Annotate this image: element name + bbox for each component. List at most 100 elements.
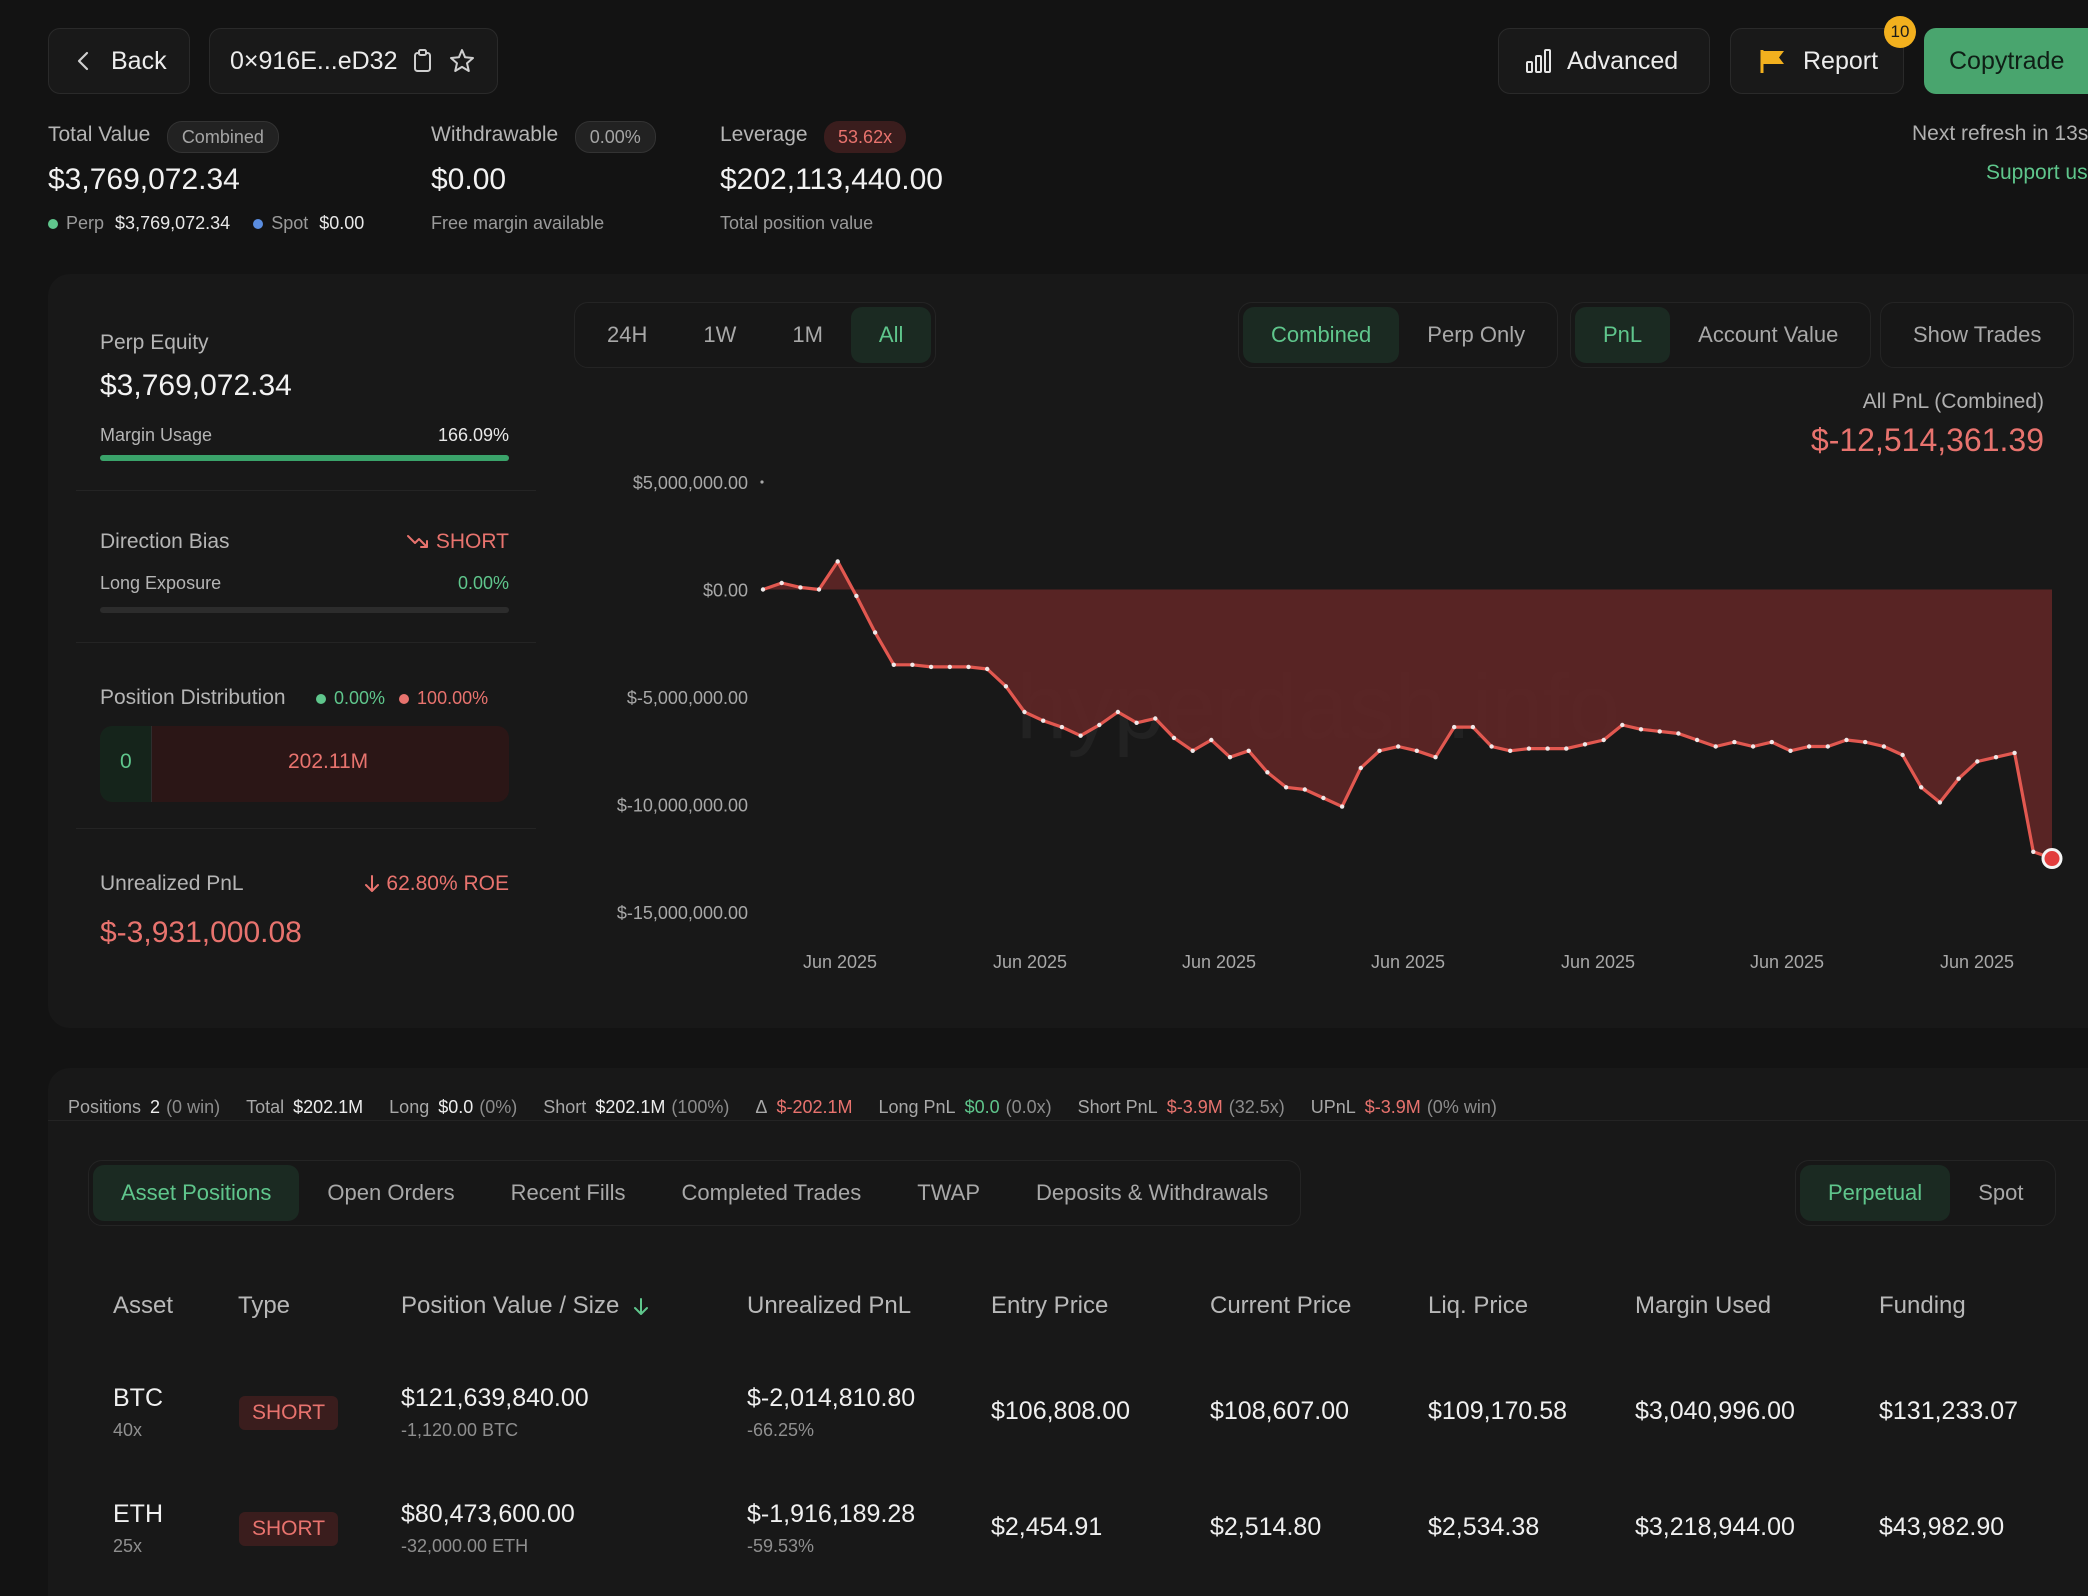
spot-value: $0.00 <box>319 213 365 233</box>
advanced-button[interactable]: Advanced <box>1498 28 1710 94</box>
margin-used: $3,040,996.00 <box>1635 1397 1795 1425</box>
position-size: -1,120.00 BTC <box>401 1420 519 1440</box>
position-size: -32,000.00 ETH <box>401 1536 529 1556</box>
copytrade-button[interactable]: Copytrade <box>1924 28 2088 94</box>
tab-perpetual[interactable]: Perpetual <box>1800 1165 1951 1221</box>
col-unrealized-pnl[interactable]: Unrealized PnL <box>747 1292 911 1320</box>
trend-down-icon <box>406 535 428 549</box>
tab-deposits-withdrawals[interactable]: Deposits & Withdrawals <box>1008 1165 1296 1221</box>
metric-pnl[interactable]: PnL <box>1575 307 1671 363</box>
chart-panel <box>48 274 2088 1028</box>
col-position-value[interactable]: Position Value / Size <box>401 1292 649 1320</box>
bar-chart-icon <box>1526 49 1551 73</box>
asset-leverage: 40x <box>113 1420 143 1440</box>
asset-leverage: 25x <box>113 1536 143 1556</box>
position-value: $121,639,840.00 <box>401 1384 589 1412</box>
metric-selector: PnL Account Value <box>1570 302 1872 368</box>
type-badge: SHORT <box>239 1512 339 1546</box>
show-trades-toggle[interactable]: Show Trades <box>1880 302 2075 368</box>
unrealized-pnl-value: $-3,931,000.08 <box>100 916 302 949</box>
combined-pill: Combined <box>166 121 279 153</box>
col-asset[interactable]: Asset <box>113 1292 173 1320</box>
long-exposure-value: 0.00% <box>457 573 509 593</box>
range-1m[interactable]: 1M <box>764 307 851 363</box>
col-funding[interactable]: Funding <box>1879 1292 1966 1320</box>
leverage-sub: Total position value <box>720 213 874 233</box>
leverage-value: $202,113,440.00 <box>720 163 943 196</box>
sort-down-icon <box>634 1297 649 1315</box>
entry-price: $106,808.00 <box>991 1397 1131 1425</box>
arrow-down-icon <box>365 875 380 893</box>
unrealized-pnl-pct: -59.53% <box>747 1536 815 1556</box>
distribution-bar: 0 202.11M <box>100 726 509 802</box>
withdrawable-value: $0.00 <box>431 163 507 196</box>
tab-twap[interactable]: TWAP <box>889 1165 1008 1221</box>
margin-usage-bar <box>100 455 509 461</box>
direction-bias-label: Direction Bias <box>100 530 230 553</box>
star-icon[interactable] <box>448 47 476 75</box>
dist-long-pct: 0.00% <box>334 688 386 708</box>
withdrawable-pill: 0.00% <box>574 121 656 153</box>
current-price: $2,514.80 <box>1210 1513 1322 1541</box>
col-current-price[interactable]: Current Price <box>1210 1292 1351 1320</box>
back-button[interactable]: Back <box>48 28 190 94</box>
liq-price: $109,170.58 <box>1428 1397 1568 1425</box>
col-type[interactable]: Type <box>238 1292 290 1320</box>
copy-icon[interactable] <box>412 48 434 74</box>
market-tabs: Perpetual Spot <box>1795 1160 2057 1226</box>
perp-equity-value: $3,769,072.34 <box>100 369 292 402</box>
mode-selector: Combined Perp Only <box>1238 302 1559 368</box>
tab-spot[interactable]: Spot <box>1950 1165 2051 1221</box>
total-value: $3,769,072.34 <box>48 163 240 196</box>
metric-account-value[interactable]: Account Value <box>1670 307 1866 363</box>
range-24h[interactable]: 24H <box>579 307 675 363</box>
report-label: Report <box>1803 46 1879 75</box>
mode-combined[interactable]: Combined <box>1243 307 1400 363</box>
dist-short-value: 202.11M <box>288 750 369 773</box>
margin-used: $3,218,944.00 <box>1635 1513 1795 1541</box>
tab-asset-positions[interactable]: Asset Positions <box>93 1165 300 1221</box>
report-badge: 10 <box>1884 16 1916 48</box>
funding: $131,233.07 <box>1879 1397 2019 1425</box>
dist-long-value: 0 <box>120 750 132 773</box>
position-tabs: Asset Positions Open Orders Recent Fills… <box>88 1160 1302 1226</box>
entry-price: $2,454.91 <box>991 1513 1103 1541</box>
perp-spot-breakdown: Perp $3,769,072.34 Spot $0.00 <box>48 213 364 234</box>
range-all[interactable]: All <box>850 307 932 363</box>
spot-dot <box>253 219 264 230</box>
current-price: $108,607.00 <box>1210 1397 1350 1425</box>
col-liq-price[interactable]: Liq. Price <box>1428 1292 1528 1320</box>
position-value: $80,473,600.00 <box>401 1500 575 1528</box>
short-dot <box>399 694 410 705</box>
support-link[interactable]: Support us <box>1986 161 2088 185</box>
long-dot <box>316 694 326 705</box>
col-margin-used[interactable]: Margin Used <box>1635 1292 1771 1320</box>
tab-recent-fills[interactable]: Recent Fills <box>483 1165 654 1221</box>
col-entry-price[interactable]: Entry Price <box>991 1292 1108 1320</box>
flag-icon <box>1760 50 1784 73</box>
mode-perp-only[interactable]: Perp Only <box>1399 307 1553 363</box>
type-badge: SHORT <box>239 1396 339 1430</box>
asset-name: BTC <box>113 1384 163 1412</box>
range-1w[interactable]: 1W <box>675 307 764 363</box>
withdrawable-sub: Free margin available <box>431 213 605 233</box>
unrealized-pnl: $-1,916,189.28 <box>747 1500 916 1528</box>
refresh-text: Next refresh in 13s <box>1912 122 2088 145</box>
liq-price: $2,534.38 <box>1428 1513 1540 1541</box>
dist-short-pct: 100.00% <box>417 688 489 708</box>
funding: $43,982.90 <box>1879 1513 2005 1541</box>
withdrawable-label: Withdrawable <box>431 123 559 147</box>
tab-open-orders[interactable]: Open Orders <box>299 1165 482 1221</box>
report-button[interactable]: Report <box>1730 28 1904 94</box>
address-box: 0×916E...eD32 <box>209 28 498 94</box>
advanced-label: Advanced <box>1567 46 1679 75</box>
leverage-pill: 53.62x <box>824 121 907 153</box>
range-selector: 24H 1W 1M All <box>574 302 937 368</box>
wallet-address: 0×916E...eD32 <box>230 46 398 75</box>
unrealized-pnl: $-2,014,810.80 <box>747 1384 916 1412</box>
tab-completed-trades[interactable]: Completed Trades <box>654 1165 890 1221</box>
unrealized-pnl-label: Unrealized PnL <box>100 872 244 895</box>
spot-label: Spot <box>271 213 309 233</box>
back-label: Back <box>111 46 167 75</box>
pnl-title: All PnL (Combined) <box>1862 390 2044 413</box>
